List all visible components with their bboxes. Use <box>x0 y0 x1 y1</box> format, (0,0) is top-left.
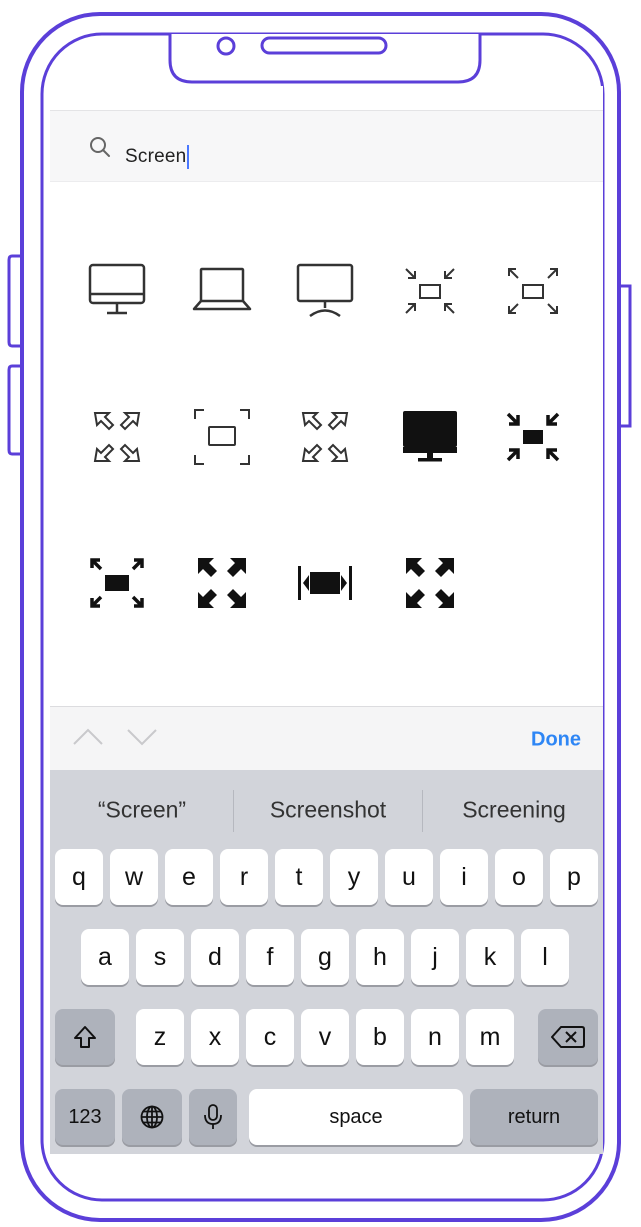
key-t[interactable]: t <box>275 849 323 905</box>
search-bar[interactable]: Screen <box>50 110 603 182</box>
fit-width-filled-icon <box>298 566 352 600</box>
desktop-monitor-outline-icon <box>88 263 146 315</box>
desktop-monitor-filled-icon <box>403 411 457 462</box>
key-o[interactable]: o <box>495 849 543 905</box>
suggestion-divider <box>422 790 423 832</box>
key-p[interactable]: p <box>550 849 598 905</box>
key-v[interactable]: v <box>301 1009 349 1065</box>
key-x[interactable]: x <box>191 1009 239 1065</box>
key-r[interactable]: r <box>220 849 268 905</box>
key-s[interactable]: s <box>136 929 184 985</box>
key-z[interactable]: z <box>136 1009 184 1065</box>
monitor-stand-outline-icon <box>296 263 354 318</box>
key-c[interactable]: c <box>246 1009 294 1065</box>
phone-screen: Screen Done “Screen” Screenshot Screenin… <box>50 86 603 1154</box>
icon-result-item[interactable] <box>290 402 360 472</box>
key-y[interactable]: y <box>330 849 378 905</box>
key-q[interactable]: q <box>55 849 103 905</box>
dictation-key[interactable] <box>189 1089 237 1145</box>
icon-result-item[interactable] <box>395 402 465 472</box>
key-w[interactable]: w <box>110 849 158 905</box>
expand-arrows-bold-icon <box>406 558 454 608</box>
icon-result-item[interactable] <box>498 256 568 326</box>
icon-result-item[interactable] <box>395 256 465 326</box>
icon-result-item[interactable] <box>290 548 360 618</box>
key-i[interactable]: i <box>440 849 488 905</box>
on-screen-keyboard: “Screen” Screenshot Screening q w e r t … <box>50 770 603 1154</box>
key-e[interactable]: e <box>165 849 213 905</box>
key-u[interactable]: u <box>385 849 433 905</box>
backspace-icon <box>551 1026 585 1048</box>
search-query-text: Screen <box>125 146 187 168</box>
search-input[interactable]: Screen <box>125 145 190 169</box>
microphone-icon <box>204 1104 222 1129</box>
predictive-suggestions-bar: “Screen” Screenshot Screening <box>50 770 603 848</box>
key-b[interactable]: b <box>356 1009 404 1065</box>
key-f[interactable]: f <box>246 929 294 985</box>
chevron-up-icon[interactable] <box>72 725 104 749</box>
numbers-key[interactable]: 123 <box>55 1089 115 1145</box>
icon-result-item[interactable] <box>290 256 360 326</box>
keyboard-accessory-bar: Done <box>50 706 603 771</box>
key-k[interactable]: k <box>466 929 514 985</box>
laptop-outline-icon <box>192 267 252 311</box>
key-l[interactable]: l <box>521 929 569 985</box>
done-button[interactable]: Done <box>531 729 581 752</box>
exit-fullscreen-small-outline-icon <box>405 268 455 314</box>
expand-arrows-filled-icon <box>198 558 246 608</box>
shift-arrow-icon <box>74 1026 96 1048</box>
key-n[interactable]: n <box>411 1009 459 1065</box>
suggestion-item[interactable]: Screenshot <box>270 797 386 824</box>
text-cursor <box>187 145 190 169</box>
delete-key[interactable] <box>538 1009 598 1065</box>
shift-key[interactable] <box>55 1009 115 1065</box>
icon-result-item[interactable] <box>82 256 152 326</box>
icon-result-item[interactable] <box>187 402 257 472</box>
key-a[interactable]: a <box>81 929 129 985</box>
expand-arrows-outline-alt-icon <box>301 412 349 462</box>
key-j[interactable]: j <box>411 929 459 985</box>
space-key[interactable]: space <box>249 1089 463 1145</box>
icon-result-item[interactable] <box>498 402 568 472</box>
globe-key[interactable] <box>122 1089 182 1145</box>
fullscreen-filled-icon <box>90 558 144 608</box>
key-m[interactable]: m <box>466 1009 514 1065</box>
icon-result-item[interactable] <box>187 256 257 326</box>
icon-result-item[interactable] <box>395 548 465 618</box>
search-icon <box>90 137 110 157</box>
exit-fullscreen-filled-icon <box>506 412 560 462</box>
suggestion-divider <box>233 790 234 832</box>
fullscreen-small-outline-icon <box>508 268 558 314</box>
suggestion-item[interactable]: Screening <box>462 797 566 824</box>
key-h[interactable]: h <box>356 929 404 985</box>
icon-result-item[interactable] <box>187 548 257 618</box>
icon-result-item[interactable] <box>82 402 152 472</box>
screen-frame-outline-icon <box>194 409 250 465</box>
icon-result-item[interactable] <box>82 548 152 618</box>
chevron-down-icon[interactable] <box>126 725 158 749</box>
key-g[interactable]: g <box>301 929 349 985</box>
globe-icon <box>140 1105 164 1129</box>
return-key[interactable]: return <box>470 1089 598 1145</box>
expand-arrows-outline-icon <box>93 412 141 462</box>
suggestion-item[interactable]: “Screen” <box>98 797 186 824</box>
key-d[interactable]: d <box>191 929 239 985</box>
